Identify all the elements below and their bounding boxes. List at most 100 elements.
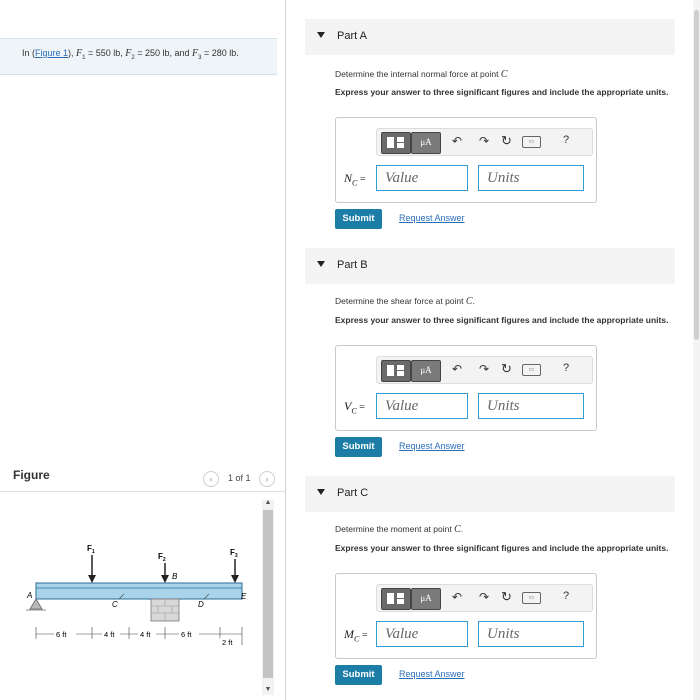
figure-title: Figure bbox=[13, 468, 50, 482]
part-c-submit-button[interactable]: Submit bbox=[335, 665, 382, 685]
equals-sign: = bbox=[359, 630, 368, 641]
figure-next-button[interactable]: › bbox=[259, 471, 275, 487]
help-icon[interactable]: ? bbox=[563, 362, 569, 374]
dim-label-6ft-b: 6 ft bbox=[181, 630, 192, 639]
equation-toolbar: μA ↶ ↷ ↻ ▭ ? bbox=[376, 584, 593, 612]
f1-value: = 550 lb, bbox=[85, 48, 126, 58]
part-a-request-answer-link[interactable]: Request Answer bbox=[399, 213, 465, 223]
units-input[interactable] bbox=[478, 165, 584, 191]
var-symbol: M bbox=[344, 627, 354, 641]
part-b-instruction: Determine the shear force at point C. bbox=[335, 296, 475, 307]
dim-label-2ft: 2 ft bbox=[222, 638, 233, 647]
equals-sign: = bbox=[356, 402, 365, 413]
f3-arrowhead bbox=[231, 575, 239, 583]
reset-icon[interactable]: ↻ bbox=[501, 589, 512, 605]
dim-label-6ft-a: 6 ft bbox=[56, 630, 67, 639]
equation-toolbar: μA ↶ ↷ ↻ ▭ ? bbox=[376, 128, 593, 156]
templates-button[interactable] bbox=[381, 588, 411, 610]
undo-icon[interactable]: ↶ bbox=[452, 362, 462, 376]
value-input[interactable] bbox=[376, 165, 468, 191]
part-b-instruction-suffix: . bbox=[472, 296, 475, 306]
collapse-caret-icon[interactable] bbox=[317, 32, 325, 38]
part-b-request-answer-link[interactable]: Request Answer bbox=[399, 441, 465, 451]
value-input[interactable] bbox=[376, 621, 468, 647]
part-c-instruction-var: C bbox=[454, 524, 461, 535]
f1-arrowhead bbox=[88, 575, 96, 583]
point-d-label: D bbox=[198, 600, 204, 609]
redo-icon[interactable]: ↷ bbox=[479, 590, 489, 604]
equation-toolbar: μA ↶ ↷ ↻ ▭ ? bbox=[376, 356, 593, 384]
figure-divider bbox=[0, 491, 285, 492]
template-square-icon bbox=[397, 137, 404, 142]
part-a-answer-box: μA ↶ ↷ ↻ ▭ ? NC = bbox=[335, 117, 597, 203]
beam bbox=[35, 582, 243, 600]
keyboard-icon[interactable]: ▭ bbox=[522, 592, 541, 604]
keyboard-icon[interactable]: ▭ bbox=[522, 364, 541, 376]
equals-sign: = bbox=[357, 174, 366, 185]
point-c-label: C bbox=[112, 600, 118, 609]
undo-icon[interactable]: ↶ bbox=[452, 590, 462, 604]
point-b-label: B bbox=[172, 572, 178, 581]
part-b-submit-button[interactable]: Submit bbox=[335, 437, 382, 457]
figure-scroll-up-icon[interactable]: ▲ bbox=[262, 499, 274, 506]
f2-arrowhead bbox=[161, 575, 169, 583]
template-square-icon bbox=[397, 143, 404, 148]
figure-scrollbar-thumb[interactable] bbox=[263, 510, 273, 678]
panel-divider bbox=[285, 0, 286, 700]
part-b-instruction-var: C bbox=[465, 296, 473, 307]
figure-scroll-down-icon[interactable]: ▼ bbox=[262, 686, 274, 693]
beam-diagram: F1 F2 F3 A B C D E 6 ft 4 ft 4 ft 6 ft 2… bbox=[26, 544, 247, 647]
part-b-answer-box: μA ↶ ↷ ↻ ▭ ? VC = bbox=[335, 345, 597, 431]
units-symbol-button[interactable]: μA bbox=[411, 132, 441, 154]
part-b-header[interactable]: Part B bbox=[305, 248, 675, 284]
value-input[interactable] bbox=[376, 393, 468, 419]
units-input[interactable] bbox=[478, 621, 584, 647]
problem-text-prefix: In ( bbox=[22, 48, 36, 58]
part-a-submit-button[interactable]: Submit bbox=[335, 209, 382, 229]
part-a-header[interactable]: Part A bbox=[305, 19, 675, 55]
part-a-instruction-text: Determine the internal normal force at p… bbox=[335, 69, 501, 79]
part-a-instruction-var: C bbox=[500, 69, 508, 80]
part-c-answer-box: μA ↶ ↷ ↻ ▭ ? MC = bbox=[335, 573, 597, 659]
templates-button[interactable] bbox=[381, 132, 411, 154]
part-c-title: Part C bbox=[337, 487, 369, 499]
part-c-header[interactable]: Part C bbox=[305, 476, 675, 512]
part-c-instruction: Determine the moment at point C. bbox=[335, 524, 463, 535]
template-square-icon bbox=[397, 599, 404, 604]
f1-label: F1 bbox=[87, 544, 95, 555]
reset-icon[interactable]: ↻ bbox=[501, 361, 512, 377]
part-c-request-answer-link[interactable]: Request Answer bbox=[399, 669, 465, 679]
f2-label: F2 bbox=[158, 552, 166, 563]
pin-support bbox=[29, 598, 43, 610]
f3-value: = 280 lb. bbox=[201, 48, 239, 58]
help-icon[interactable]: ? bbox=[563, 590, 569, 602]
template-square-icon bbox=[397, 593, 404, 598]
var-symbol: N bbox=[344, 171, 353, 185]
templates-button[interactable] bbox=[381, 360, 411, 382]
redo-icon[interactable]: ↷ bbox=[479, 362, 489, 376]
problem-statement: In (Figure 1), F1 = 550 lb, F2 = 250 lb,… bbox=[22, 48, 239, 61]
template-square-icon bbox=[387, 365, 394, 376]
units-symbol-button[interactable]: μA bbox=[411, 360, 441, 382]
template-square-icon bbox=[397, 371, 404, 376]
part-b-instruction-text: Determine the shear force at point bbox=[335, 296, 466, 306]
help-icon[interactable]: ? bbox=[563, 134, 569, 146]
part-b-title: Part B bbox=[337, 259, 368, 271]
undo-icon[interactable]: ↶ bbox=[452, 134, 462, 148]
collapse-caret-icon[interactable] bbox=[317, 489, 325, 495]
collapse-caret-icon[interactable] bbox=[317, 261, 325, 267]
part-c-instruction-suffix: . bbox=[460, 524, 464, 534]
point-e-label: E bbox=[241, 592, 247, 601]
units-input[interactable] bbox=[478, 393, 584, 419]
f3-label: F3 bbox=[230, 548, 238, 559]
keyboard-icon[interactable]: ▭ bbox=[522, 136, 541, 148]
units-symbol-button[interactable]: μA bbox=[411, 588, 441, 610]
template-square-icon bbox=[397, 365, 404, 370]
page-scrollbar-thumb[interactable] bbox=[694, 10, 699, 340]
part-c-instruction-text: Determine the moment at point bbox=[335, 524, 455, 534]
redo-icon[interactable]: ↷ bbox=[479, 134, 489, 148]
template-square-icon bbox=[387, 137, 394, 148]
figure-link[interactable]: Figure 1 bbox=[35, 48, 68, 58]
reset-icon[interactable]: ↻ bbox=[501, 133, 512, 149]
figure-prev-button[interactable]: ‹ bbox=[203, 471, 219, 487]
